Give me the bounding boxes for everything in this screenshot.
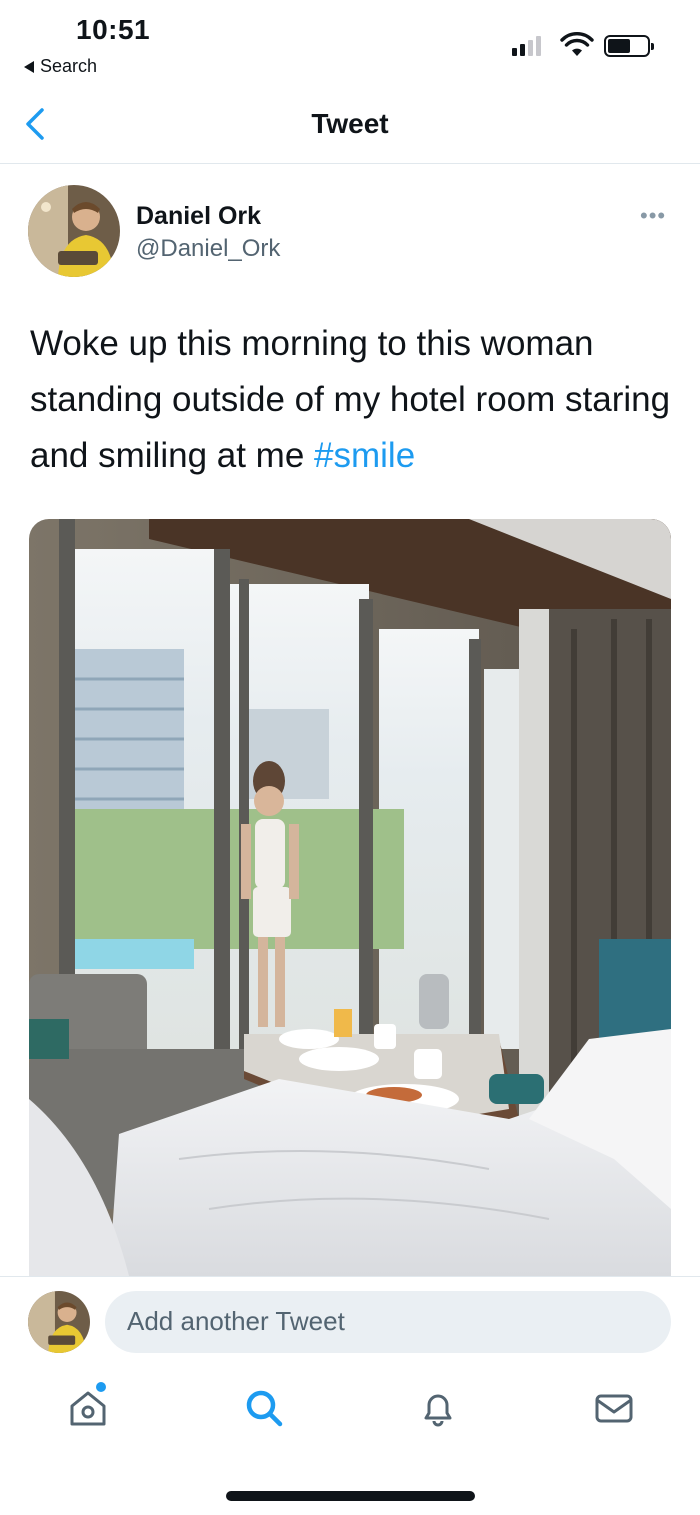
more-horizontal-icon[interactable]: ••• bbox=[640, 203, 666, 229]
search-icon[interactable] bbox=[242, 1386, 286, 1430]
wifi-icon bbox=[560, 32, 594, 56]
notification-dot bbox=[96, 1382, 106, 1392]
battery-icon bbox=[604, 35, 654, 57]
add-another-tweet-input[interactable]: Add another Tweet bbox=[105, 1291, 671, 1353]
cellular-signal-icon bbox=[512, 36, 541, 56]
home-indicator[interactable] bbox=[226, 1491, 475, 1501]
user-avatar[interactable] bbox=[28, 1291, 90, 1353]
tweet-text: Woke up this morning to this woman stand… bbox=[30, 316, 675, 484]
status-time: 10:51 bbox=[76, 14, 151, 45]
nav-header: Tweet bbox=[0, 90, 700, 164]
back-triangle-icon bbox=[24, 60, 34, 73]
home-icon[interactable] bbox=[66, 1386, 110, 1430]
author-display-name[interactable]: Daniel Ork bbox=[136, 202, 261, 231]
bell-icon[interactable] bbox=[416, 1386, 460, 1430]
tweet-photo[interactable] bbox=[29, 519, 671, 1276]
tab-bar bbox=[0, 1366, 700, 1466]
author-avatar[interactable] bbox=[28, 185, 120, 277]
page-title: Tweet bbox=[311, 108, 389, 139]
author-handle[interactable]: @Daniel_Ork bbox=[136, 235, 280, 263]
reply-bar: Add another Tweet bbox=[0, 1276, 700, 1366]
status-bar: 10:51 Search bbox=[0, 0, 700, 90]
back-app-label: Search bbox=[40, 56, 98, 76]
back-to-app-button[interactable]: Search bbox=[24, 56, 97, 77]
mail-icon[interactable] bbox=[592, 1386, 636, 1430]
hashtag-link[interactable]: #smile bbox=[314, 436, 415, 475]
